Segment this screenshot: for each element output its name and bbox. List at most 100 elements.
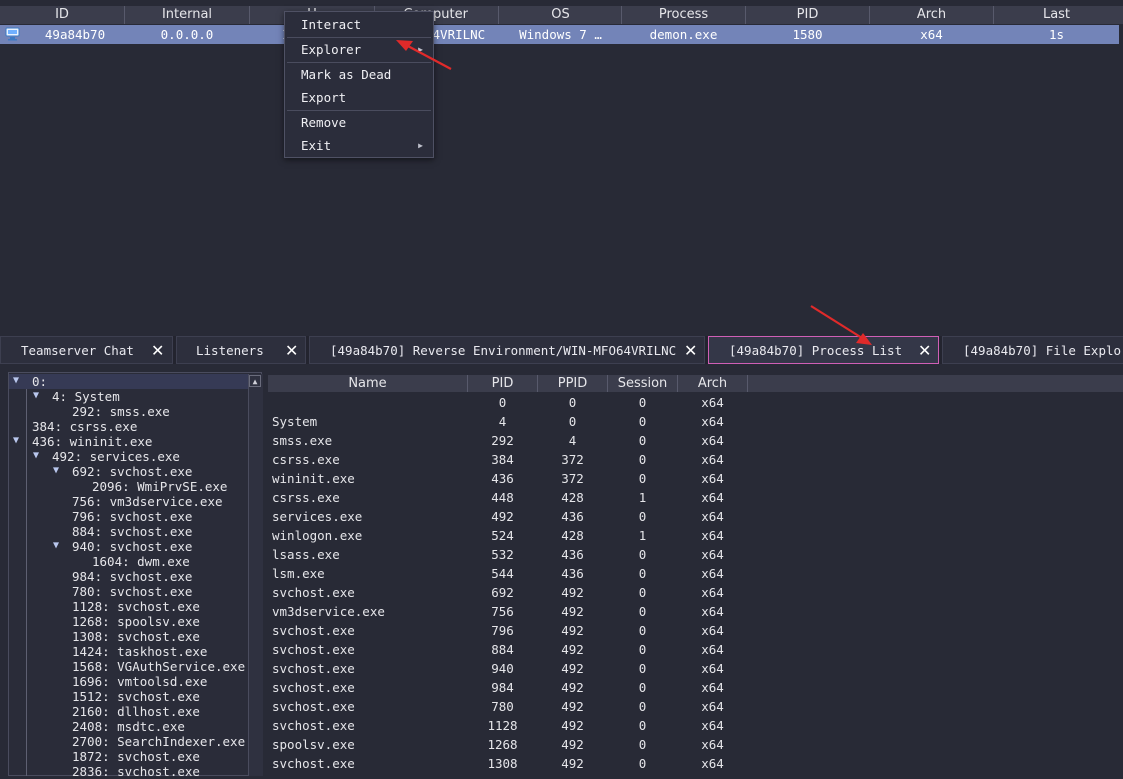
process-name-cell: csrss.exe — [272, 490, 340, 505]
close-icon[interactable]: ✕ — [151, 337, 164, 363]
session-row[interactable]: 49a84b70 0.0.0.0 I 64VRILNC Windows 7 … … — [0, 25, 1119, 44]
process-session-cell: 0 — [638, 699, 647, 714]
tree-node[interactable]: 1568: VGAuthService.exe — [72, 659, 245, 674]
close-icon[interactable]: ✕ — [918, 337, 931, 363]
tab-bar: Teamserver Chat ✕ Listeners ✕ [49a84b70]… — [0, 336, 1123, 364]
menu-separator — [287, 110, 431, 111]
table-row[interactable]: svchost.exe 1128 492 0 x64 — [268, 716, 1123, 735]
tree-node[interactable]: 292: smss.exe — [72, 404, 170, 419]
sessions-table — [0, 0, 1123, 330]
column-header-pid[interactable]: PID — [468, 375, 538, 392]
tree-node[interactable]: 1424: taskhost.exe — [72, 644, 207, 659]
column-header-name[interactable]: Name — [268, 375, 468, 392]
tree-node[interactable]: 1128: svchost.exe — [72, 599, 200, 614]
menu-item-remove[interactable]: Remove — [285, 112, 433, 134]
tree-node[interactable]: 1308: svchost.exe — [72, 629, 200, 644]
table-row[interactable]: svchost.exe 692 492 0 x64 — [268, 583, 1123, 602]
tree-node[interactable]: 2160: dllhost.exe — [72, 704, 200, 719]
expand-triangle-icon[interactable]: ▼ — [33, 450, 39, 461]
table-row[interactable]: svchost.exe 1308 492 0 x64 — [268, 754, 1123, 773]
column-header-pid[interactable]: PID — [746, 6, 870, 24]
table-row[interactable]: 0 0 0 x64 — [268, 393, 1123, 412]
expand-triangle-icon[interactable]: ▼ — [53, 465, 59, 476]
expand-triangle-icon[interactable]: ▼ — [13, 375, 19, 386]
tree-node[interactable]: 1268: spoolsv.exe — [72, 614, 200, 629]
table-row[interactable]: services.exe 492 436 0 x64 — [268, 507, 1123, 526]
table-row[interactable]: spoolsv.exe 1268 492 0 x64 — [268, 735, 1123, 754]
tab-listeners[interactable]: Listeners ✕ — [176, 336, 306, 364]
process-ppid-cell: 436 — [561, 566, 584, 581]
tree-node[interactable]: 796: svchost.exe — [72, 509, 192, 524]
tree-node[interactable]: 984: svchost.exe — [72, 569, 192, 584]
tree-node[interactable]: 384: csrss.exe — [32, 419, 137, 434]
tree-node[interactable]: 940: svchost.exe — [72, 539, 192, 554]
table-row[interactable]: csrss.exe 448 428 1 x64 — [268, 488, 1123, 507]
tree-node[interactable]: 692: svchost.exe — [72, 464, 192, 479]
expand-triangle-icon[interactable]: ▼ — [53, 540, 59, 551]
table-row[interactable]: svchost.exe 984 492 0 x64 — [268, 678, 1123, 697]
table-row[interactable]: lsass.exe 532 436 0 x64 — [268, 545, 1123, 564]
tree-node[interactable]: 436: wininit.exe — [32, 434, 152, 449]
scroll-up-arrow-icon[interactable]: ▲ — [249, 375, 261, 387]
tab-file-explorer[interactable]: [49a84b70] File Explorer — [942, 336, 1123, 364]
column-header-id[interactable]: ID — [0, 6, 125, 24]
table-row[interactable]: lsm.exe 544 436 0 x64 — [268, 564, 1123, 583]
tab-process-list[interactable]: [49a84b70] Process List ✕ — [708, 336, 939, 364]
tree-guide-line — [26, 389, 27, 776]
table-row[interactable]: System 4 0 0 x64 — [268, 412, 1123, 431]
column-header-ppid[interactable]: PPID — [538, 375, 608, 392]
process-session-cell: 0 — [638, 604, 647, 619]
close-icon[interactable]: ✕ — [684, 337, 697, 363]
tree-node[interactable]: 4: System — [52, 389, 120, 404]
tree-node[interactable]: 756: vm3dservice.exe — [72, 494, 223, 509]
menu-item-mark-as-dead[interactable]: Mark as Dead — [285, 64, 433, 86]
tree-node[interactable]: 492: services.exe — [52, 449, 180, 464]
process-ppid-cell: 492 — [561, 756, 584, 771]
column-header-os[interactable]: OS — [500, 6, 622, 24]
session-computer-cell: 64VRILNC — [425, 27, 486, 42]
menu-item-export[interactable]: Export — [285, 87, 433, 109]
column-header-session[interactable]: Session — [608, 375, 678, 392]
table-row[interactable]: smss.exe 292 4 0 x64 — [268, 431, 1123, 450]
tab-teamserver-chat[interactable]: Teamserver Chat ✕ — [0, 336, 173, 364]
process-session-cell: 0 — [638, 566, 647, 581]
column-header-arch[interactable]: Arch — [870, 6, 994, 24]
table-row[interactable]: svchost.exe 884 492 0 x64 — [268, 640, 1123, 659]
tree-node[interactable]: 0: — [32, 374, 47, 389]
tree-node[interactable]: 1872: svchost.exe — [72, 749, 200, 764]
process-pid-cell: 544 — [491, 566, 514, 581]
process-arch-cell: x64 — [701, 490, 724, 505]
table-row[interactable]: svchost.exe 940 492 0 x64 — [268, 659, 1123, 678]
column-header-process[interactable]: Process — [622, 6, 746, 24]
column-header-internal[interactable]: Internal — [125, 6, 250, 24]
menu-item-exit[interactable]: Exit ▶ — [285, 135, 433, 157]
menu-item-explorer[interactable]: Explorer ▶ — [285, 39, 433, 61]
expand-triangle-icon[interactable]: ▼ — [13, 435, 19, 446]
table-row[interactable]: wininit.exe 436 372 0 x64 — [268, 469, 1123, 488]
close-icon[interactable]: ✕ — [285, 337, 298, 363]
table-row[interactable]: svchost.exe 780 492 0 x64 — [268, 697, 1123, 716]
tree-node[interactable]: 2836: svchost.exe — [72, 764, 200, 779]
tree-node[interactable]: 1512: svchost.exe — [72, 689, 200, 704]
table-row[interactable]: svchost.exe 796 492 0 x64 — [268, 621, 1123, 640]
menu-item-interact[interactable]: Interact — [285, 14, 433, 36]
table-row[interactable]: csrss.exe 384 372 0 x64 — [268, 450, 1123, 469]
tree-node[interactable]: 1696: vmtoolsd.exe — [72, 674, 207, 689]
tab-reverse-environment[interactable]: [49a84b70] Reverse Environment/WIN-MFO64… — [309, 336, 705, 364]
column-header-last[interactable]: Last — [994, 6, 1119, 24]
tree-node[interactable]: 884: svchost.exe — [72, 524, 192, 539]
tree-scrollbar[interactable] — [248, 374, 263, 776]
process-arch-cell: x64 — [701, 414, 724, 429]
process-pid-cell: 0 — [498, 395, 507, 410]
tree-node[interactable]: 2096: WmiPrvSE.exe — [92, 479, 227, 494]
tree-node[interactable]: 2700: SearchIndexer.exe — [72, 734, 245, 749]
table-row[interactable]: winlogon.exe 524 428 1 x64 — [268, 526, 1123, 545]
tree-node[interactable]: 780: svchost.exe — [72, 584, 192, 599]
expand-triangle-icon[interactable]: ▼ — [33, 390, 39, 401]
tree-node[interactable]: 2408: msdtc.exe — [72, 719, 185, 734]
process-ppid-cell: 428 — [561, 490, 584, 505]
column-header-arch[interactable]: Arch — [678, 375, 748, 392]
process-session-cell: 1 — [638, 528, 647, 543]
tree-node[interactable]: 1604: dwm.exe — [92, 554, 190, 569]
table-row[interactable]: vm3dservice.exe 756 492 0 x64 — [268, 602, 1123, 621]
